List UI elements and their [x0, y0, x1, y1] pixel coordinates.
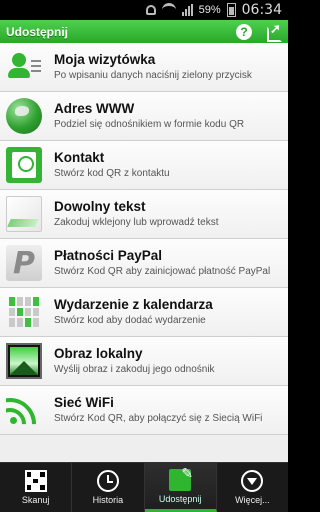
business-card-icon — [6, 49, 42, 85]
list-item-subtitle: Stwórz kod QR z kontaktu — [54, 168, 170, 179]
list-item-business-card[interactable]: Moja wizytówka Po wpisaniu danych naciśn… — [0, 43, 288, 92]
list-item-contact[interactable]: Kontakt Stwórz kod QR z kontaktu — [0, 141, 288, 190]
list-item-subtitle: Podziel się odnośnikiem w formie kodu QR — [54, 119, 245, 130]
image-icon — [6, 343, 42, 379]
share-options-list: Moja wizytówka Po wpisaniu danych naciśn… — [0, 43, 288, 462]
list-item-subtitle: Wyślij obraz i zakoduj jego odnośnik — [54, 364, 215, 375]
list-item-paypal[interactable]: P Płatności PayPal Stwórz Kod QR aby zai… — [0, 239, 288, 288]
clock-icon — [96, 470, 119, 492]
qr-code-icon — [24, 470, 47, 492]
list-item-title: Adres WWW — [54, 101, 135, 116]
action-bar: Udostępnij ? — [0, 20, 288, 43]
list-item-local-image[interactable]: Obraz lokalny Wyślij obraz i zakoduj jeg… — [0, 337, 288, 386]
list-item-subtitle: Zakoduj wklejony lub wprowadź tekst — [54, 217, 219, 228]
wifi-icon — [6, 392, 42, 428]
share-export-icon[interactable] — [266, 21, 282, 42]
share-qr-icon — [169, 465, 193, 491]
calendar-icon — [6, 294, 42, 330]
help-icon[interactable]: ? — [236, 23, 252, 40]
globe-icon — [6, 98, 42, 134]
battery-percent: 59% — [198, 4, 221, 16]
signal-strength-icon — [181, 4, 193, 16]
list-item-title: Płatności PayPal — [54, 248, 163, 263]
battery-icon — [226, 3, 236, 17]
tab-label: Udostępnij — [158, 493, 202, 504]
list-item-url[interactable]: Adres WWW Podziel się odnośnikiem w form… — [0, 92, 288, 141]
tab-history[interactable]: Historia — [72, 463, 145, 512]
list-item-subtitle: Po wpisaniu danych naciśnij zielony przy… — [54, 70, 252, 81]
tab-label: Skanuj — [21, 495, 50, 505]
status-bar: 59% 06:34 — [0, 0, 288, 20]
bottom-tab-bar: Skanuj Historia Udostępnij Więcej... — [0, 462, 288, 512]
list-item-subtitle: Stwórz Kod QR, aby połączyć się z Siecią… — [54, 413, 263, 424]
list-item-title: Kontakt — [54, 150, 105, 165]
tab-label: Historia — [92, 495, 124, 505]
list-item-subtitle: Stwórz kod aby dodać wydarzenie — [54, 315, 206, 326]
list-item-calendar-event[interactable]: Wydarzenie z kalendarza Stwórz kod aby d… — [0, 288, 288, 337]
list-item-subtitle: Stwórz Kod QR aby zainicjować płatność P… — [54, 266, 271, 277]
contact-icon — [6, 147, 42, 183]
list-item-title: Wydarzenie z kalendarza — [54, 297, 213, 312]
more-icon — [241, 470, 264, 492]
list-item-title: Obraz lokalny — [54, 346, 143, 361]
page-title: Udostępnij — [6, 24, 68, 39]
list-item-title: Dowolny tekst — [54, 199, 146, 214]
tab-label: Więcej... — [235, 495, 270, 505]
clock: 06:34 — [241, 2, 282, 18]
tab-scan[interactable]: Skanuj — [0, 463, 73, 512]
list-item-title: Sieć WiFi — [54, 395, 114, 410]
wifi-status-icon — [161, 3, 176, 17]
tab-more[interactable]: Więcej... — [217, 463, 288, 512]
note-icon — [6, 196, 42, 232]
list-item-title: Moja wizytówka — [54, 52, 156, 67]
notification-bell-icon — [145, 5, 156, 15]
tab-share[interactable]: Udostępnij — [144, 463, 217, 512]
list-item-text[interactable]: Dowolny tekst Zakoduj wklejony lub wprow… — [0, 190, 288, 239]
list-item-wifi[interactable]: Sieć WiFi Stwórz Kod QR, aby połączyć si… — [0, 386, 288, 435]
paypal-icon: P — [6, 245, 42, 281]
